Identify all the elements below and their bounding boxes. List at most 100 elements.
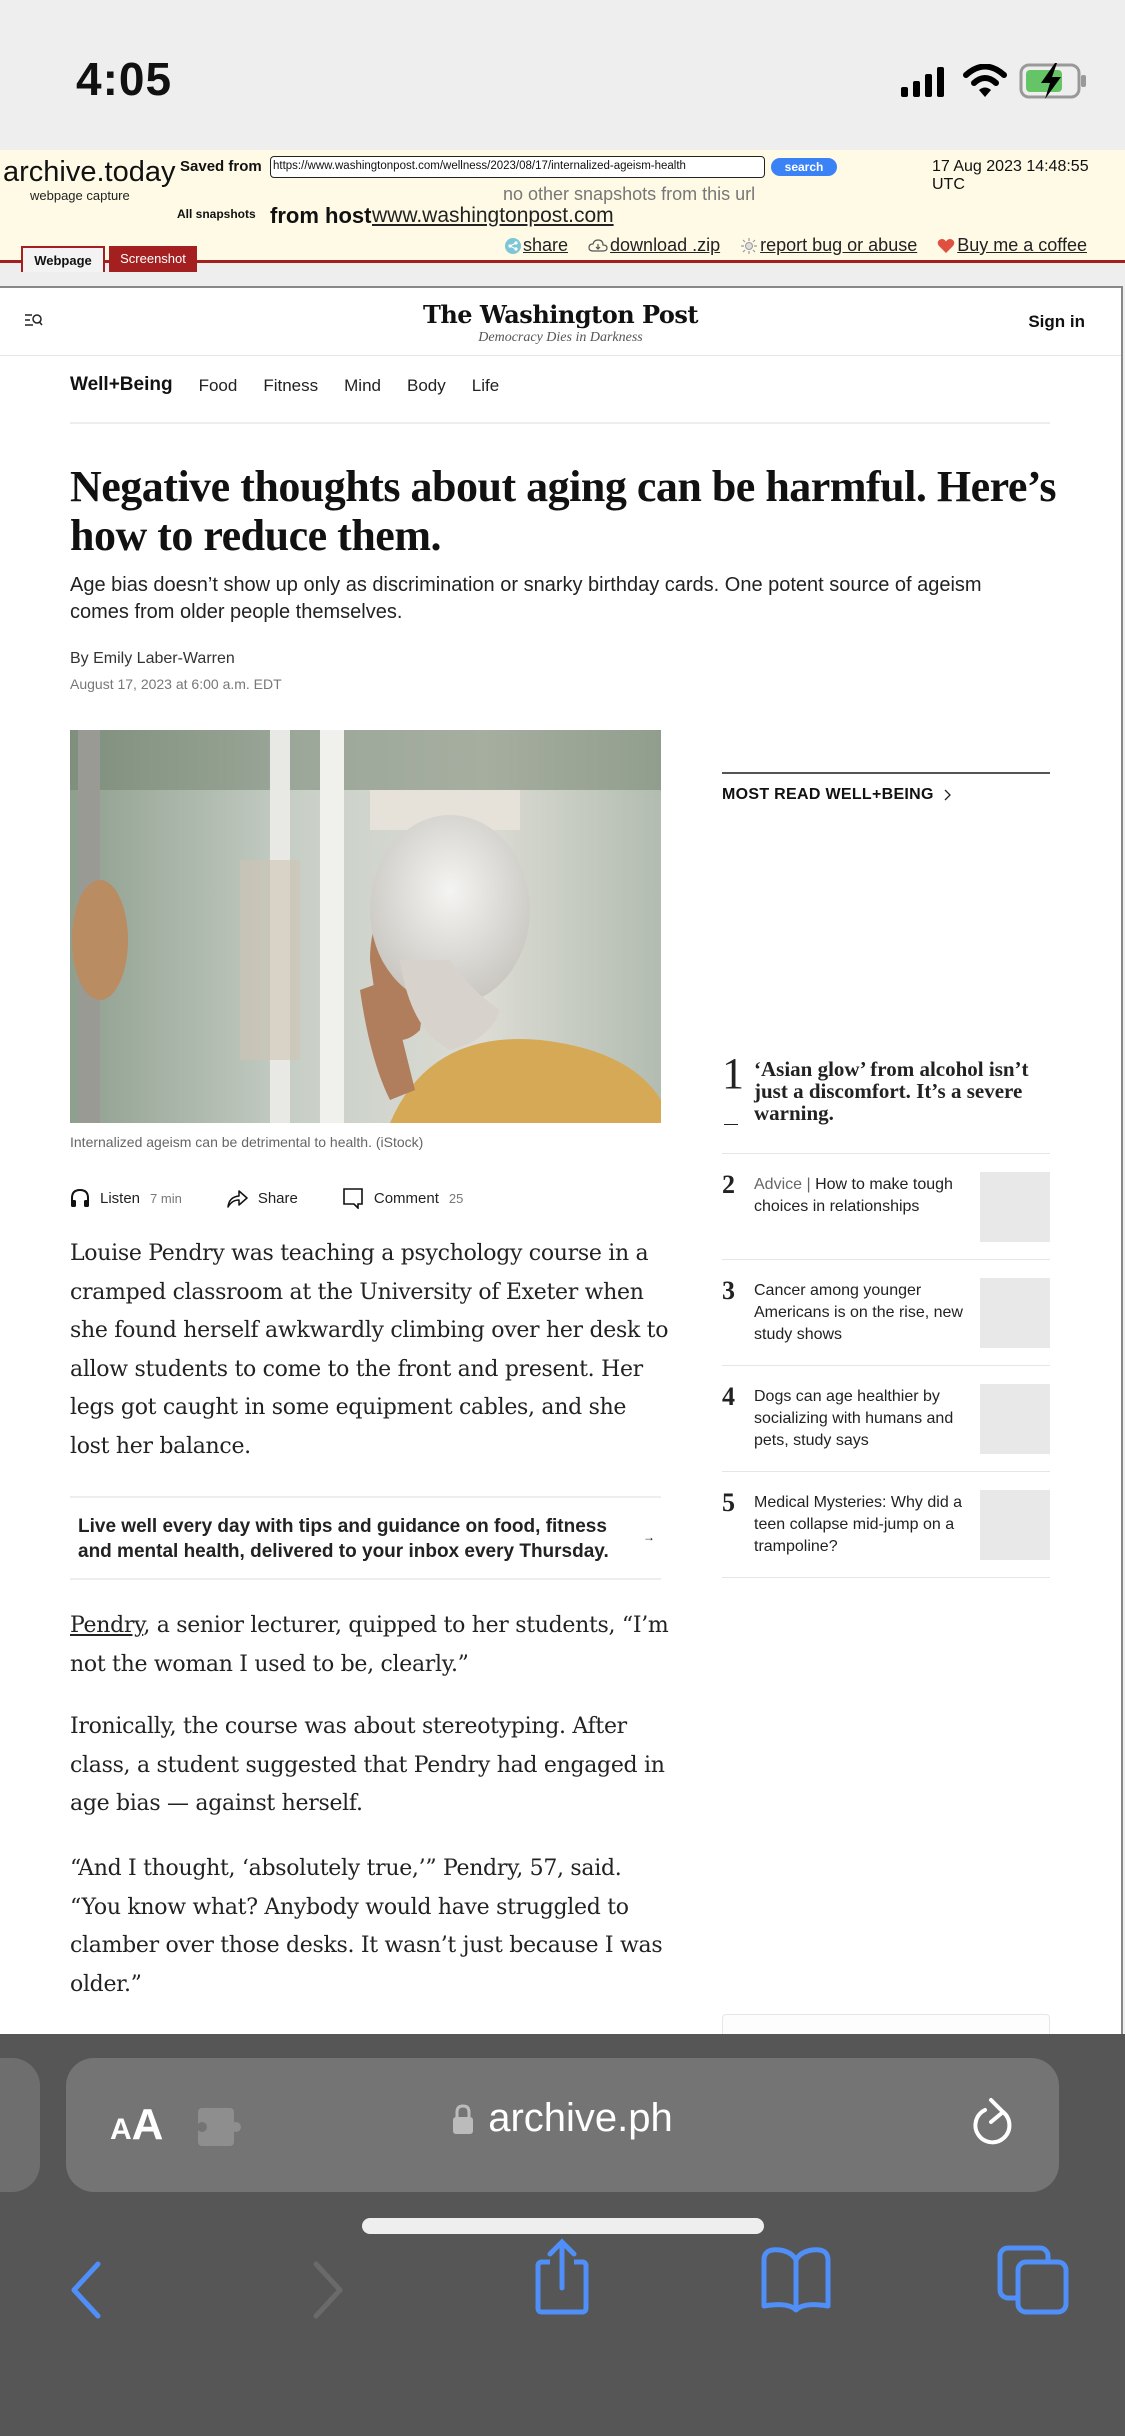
comment-count: 25 <box>448 1190 464 1206</box>
share-button[interactable]: Share <box>226 1188 298 1208</box>
comment-label: Comment <box>373 1189 439 1207</box>
safari-toolbar <box>0 2234 1125 2344</box>
most-read-header: MOST READ WELL+BEING <box>722 772 1050 804</box>
nav-item-body[interactable]: Body <box>407 374 446 396</box>
buy-coffee-link[interactable]: Buy me a coffee <box>937 235 1087 256</box>
listen-time: 7 min <box>150 1190 182 1206</box>
section-nav: Well+Being Food Fitness Mind Body Life <box>70 374 1050 424</box>
saved-url-input[interactable]: https://www.washingtonpost.com/wellness/… <box>270 156 765 178</box>
status-icons <box>899 62 1089 100</box>
archived-page: The Washington Post Democracy Dies in Da… <box>0 286 1123 2036</box>
article-byline[interactable]: By Emily Laber-Warren <box>70 650 235 668</box>
most-read-title: MOST READ WELL+BEING <box>722 786 934 803</box>
share-icon <box>505 237 521 254</box>
most-read-item[interactable]: 5 Medical Mysteries: Why did a teen coll… <box>722 1472 1050 1578</box>
newsletter-text: Live well every day with tips and guidan… <box>78 1516 609 1562</box>
status-bar: 4:05 <box>0 0 1125 150</box>
safari-bottom-bar: AA archive.ph <box>0 2034 1125 2436</box>
rank-number: 4 <box>722 1382 735 1411</box>
from-host-label: from host <box>270 203 372 228</box>
rank-number: 2 <box>722 1170 735 1199</box>
download-zip-link[interactable]: download .zip <box>588 235 720 256</box>
arrow-right-icon: → <box>643 1530 655 1544</box>
forward-icon[interactable] <box>308 2260 348 2320</box>
address-bar[interactable]: AA archive.ph <box>66 2058 1059 2192</box>
ad-container <box>722 2014 1050 2036</box>
report-bug-link[interactable]: report bug or abuse <box>740 235 917 256</box>
most-read-item[interactable]: 3 Cancer among younger Americans is on t… <box>722 1260 1050 1366</box>
thumbnail-placeholder <box>980 1172 1050 1242</box>
wp-logo[interactable]: The Washington Post <box>0 300 1121 329</box>
article-date: August 17, 2023 at 6:00 a.m. EDT <box>70 676 282 692</box>
nav-item-mind[interactable]: Mind <box>344 374 381 396</box>
report-bug-label: report bug or abuse <box>760 235 918 255</box>
url-display[interactable]: archive.ph <box>66 2096 1059 2141</box>
battery-charging-icon <box>1019 63 1086 99</box>
share-icon[interactable] <box>530 2238 594 2318</box>
most-read-item[interactable]: 4 Dogs can age healthier by socializing … <box>722 1366 1050 1472</box>
section-brand[interactable]: Well+Being <box>70 374 173 396</box>
paragraph: Pendry, a senior lecturer, quipped to he… <box>70 1607 670 1684</box>
home-indicator <box>362 2218 764 2234</box>
wp-tagline: Democracy Dies in Darkness <box>478 330 643 345</box>
thumbnail-placeholder <box>980 1490 1050 1560</box>
hero-photo <box>70 730 661 1123</box>
rank-number: 3 <box>722 1276 735 1305</box>
back-icon[interactable] <box>66 2260 106 2320</box>
comment-button[interactable]: Comment 25 <box>342 1187 464 1209</box>
nav-item-life[interactable]: Life <box>472 374 499 396</box>
most-read-headline: ‘Asian glow’ from alcohol isn’t just a d… <box>754 1057 1029 1125</box>
url-text: archive.ph <box>488 2096 673 2140</box>
newsletter-promo[interactable]: Live well every day with tips and guidan… <box>70 1496 661 1580</box>
tabs-icon[interactable] <box>996 2244 1070 2316</box>
reload-icon[interactable] <box>969 2096 1019 2152</box>
nav-item-fitness[interactable]: Fitness <box>263 374 318 396</box>
share-link[interactable]: share <box>505 235 568 256</box>
share-arrow-icon <box>227 1190 248 1208</box>
host-link[interactable]: www.washingtonpost.com <box>372 204 614 228</box>
paragraph: Ironically, the course was about stereot… <box>70 1714 665 1816</box>
most-read-headline: Cancer among younger Americans is on the… <box>754 1282 963 1343</box>
listen-button[interactable]: Listen 7 min <box>70 1188 182 1208</box>
thumbnail-placeholder <box>980 1278 1050 1348</box>
no-other-snapshots: no other snapshots from this url <box>503 184 756 204</box>
most-read-item[interactable]: 2 Advice | How to make tough choices in … <box>722 1154 1050 1260</box>
archive-links: share download .zip report bug or abuse … <box>505 235 1087 256</box>
cellular-signal-icon <box>901 67 944 97</box>
headphones-icon <box>71 1188 89 1207</box>
download-zip-label: download .zip <box>610 235 721 255</box>
most-read-list: 1 ‘Asian glow’ from alcohol isn’t just a… <box>722 1048 1050 1578</box>
article-dek: Age bias doesn’t show up only as discrim… <box>70 574 982 623</box>
sign-in-button[interactable]: Sign in <box>1028 312 1085 332</box>
hero-image <box>70 730 661 1123</box>
article-headline: Negative thoughts about aging can be har… <box>70 462 1057 560</box>
bookmarks-icon[interactable] <box>758 2246 834 2316</box>
rank-dash <box>724 1124 738 1125</box>
tab-webpage[interactable]: Webpage <box>21 246 105 272</box>
heart-icon <box>937 238 955 253</box>
kicker: Advice | <box>754 1176 816 1193</box>
pendry-link[interactable]: Pendry <box>70 1613 144 1638</box>
share-link-label: share <box>523 235 569 255</box>
previous-tab-peek[interactable] <box>0 2058 40 2192</box>
article-actions: Listen 7 min Share Comment 25 <box>70 1187 463 1209</box>
most-read-item[interactable]: 1 ‘Asian glow’ from alcohol isn’t just a… <box>722 1048 1050 1154</box>
wifi-icon <box>963 64 1007 97</box>
all-snapshots-label: All snapshots <box>177 207 256 221</box>
rank-number: 5 <box>722 1488 735 1517</box>
paragraph-text: , a senior lecturer, quipped to her stud… <box>70 1613 669 1677</box>
listen-label: Listen <box>100 1189 141 1207</box>
thumbnail-placeholder <box>980 1384 1050 1454</box>
chevron-right-icon <box>944 789 951 801</box>
most-read-title-link[interactable]: MOST READ WELL+BEING <box>722 786 1050 804</box>
rank-number: 1 <box>722 1049 744 1098</box>
comment-icon <box>343 1188 363 1209</box>
archive-logo[interactable]: archive.today <box>3 156 176 189</box>
search-button[interactable]: search <box>771 158 837 176</box>
share-label: Share <box>257 1189 298 1207</box>
wp-header: The Washington Post Democracy Dies in Da… <box>0 288 1121 356</box>
bug-icon <box>741 237 758 254</box>
tab-screenshot[interactable]: Screenshot <box>109 246 197 272</box>
cloud-download-icon <box>588 238 608 252</box>
nav-item-food[interactable]: Food <box>199 374 238 396</box>
